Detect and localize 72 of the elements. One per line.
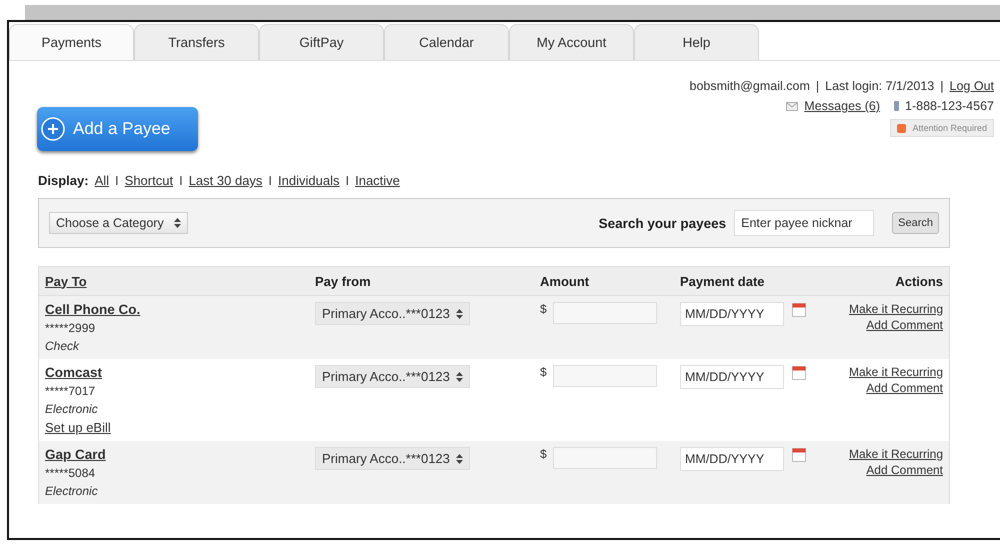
messages-link[interactable]: Messages (6): [804, 99, 880, 113]
account-email: bobsmith@gmail.com: [690, 79, 810, 93]
updown-arrows-icon: [456, 308, 463, 318]
display-filter-link[interactable]: All: [94, 173, 110, 188]
last-login: Last login: 7/1/2013: [825, 79, 934, 93]
date-field[interactable]: MM/DD/YYYY: [680, 447, 784, 471]
calendar-icon[interactable]: [792, 302, 806, 317]
tab[interactable]: Payments: [9, 24, 134, 60]
plus-icon: [41, 117, 65, 141]
separator: I: [115, 173, 119, 188]
display-filter-link[interactable]: Individuals: [278, 173, 340, 188]
phone-number: 1-888-123-4567: [905, 99, 994, 113]
action-link[interactable]: Add Comment: [866, 318, 943, 332]
display-filter-link[interactable]: Shortcut: [124, 173, 174, 188]
search-label: Search your payees: [598, 216, 726, 230]
display-filter-link[interactable]: Inactive: [355, 173, 400, 188]
separator: I: [345, 173, 350, 188]
separator: I: [268, 173, 272, 188]
amount-field[interactable]: [552, 365, 657, 387]
action-link[interactable]: Make it Recurring: [848, 365, 943, 379]
column-header[interactable]: Pay To: [39, 274, 309, 288]
action-link[interactable]: Make it Recurring: [848, 302, 943, 316]
tab[interactable]: My Account: [509, 24, 634, 60]
display-label: Display:: [38, 173, 89, 188]
phone-icon: [894, 101, 900, 111]
payee-name-link[interactable]: Cell Phone Co.: [45, 302, 140, 317]
log-out-link[interactable]: Log Out: [950, 79, 994, 93]
currency-symbol: $: [540, 302, 547, 316]
action-link[interactable]: Make it Recurring: [848, 447, 943, 461]
column-header: Payment date: [679, 274, 766, 288]
display-filter-link[interactable]: Last 30 days: [188, 173, 262, 188]
add-payee-button[interactable]: Add a Payee: [37, 107, 198, 151]
pay-from-select[interactable]: Primary Acco..***0123: [315, 447, 470, 470]
action-link[interactable]: Add Comment: [866, 463, 943, 477]
set-up-ebill-link[interactable]: Set up eBill: [45, 420, 111, 435]
pay-from-select[interactable]: Primary Acco..***0123: [315, 302, 470, 325]
column-header: Actions: [894, 274, 944, 288]
account-number: *****5084: [45, 466, 96, 480]
calendar-icon[interactable]: [792, 365, 806, 380]
envelope-icon: [786, 102, 798, 110]
tab[interactable]: Transfers: [134, 24, 259, 60]
alert-icon: [897, 124, 906, 132]
tab[interactable]: GiftPay: [259, 24, 384, 60]
column-header: Amount: [539, 274, 590, 288]
pay-from-select[interactable]: Primary Acco..***0123: [315, 365, 470, 388]
search-field[interactable]: Enter payee nicknar: [734, 210, 874, 236]
tab[interactable]: Help: [634, 24, 759, 60]
payee-name-link[interactable]: Comcast: [45, 365, 102, 380]
updown-arrows-icon: [456, 454, 463, 464]
category-select[interactable]: Choose a Category: [49, 212, 188, 234]
amount-field[interactable]: [552, 447, 657, 469]
updown-arrows-icon: [456, 372, 463, 382]
date-field[interactable]: MM/DD/YYYY: [680, 302, 784, 326]
separator: I: [179, 173, 183, 188]
payee-name-link[interactable]: Gap Card: [45, 447, 106, 462]
amount-field[interactable]: [552, 302, 657, 324]
action-link[interactable]: Add Comment: [866, 381, 943, 395]
column-header: Pay from: [314, 274, 372, 288]
currency-symbol: $: [540, 365, 547, 379]
calendar-icon[interactable]: [792, 447, 806, 462]
payment-method: Electronic: [45, 402, 98, 416]
currency-symbol: $: [540, 447, 547, 461]
account-number: *****7017: [45, 384, 96, 398]
separator: |: [816, 79, 820, 93]
separator: |: [940, 79, 944, 93]
payment-method: Check: [45, 339, 80, 353]
updown-arrows-icon: [174, 218, 181, 228]
tab[interactable]: Calendar: [384, 24, 509, 60]
date-field[interactable]: MM/DD/YYYY: [680, 365, 784, 389]
payment-method: Electronic: [45, 484, 98, 498]
account-number: *****2999: [45, 321, 96, 335]
search-button[interactable]: Search: [892, 212, 939, 234]
